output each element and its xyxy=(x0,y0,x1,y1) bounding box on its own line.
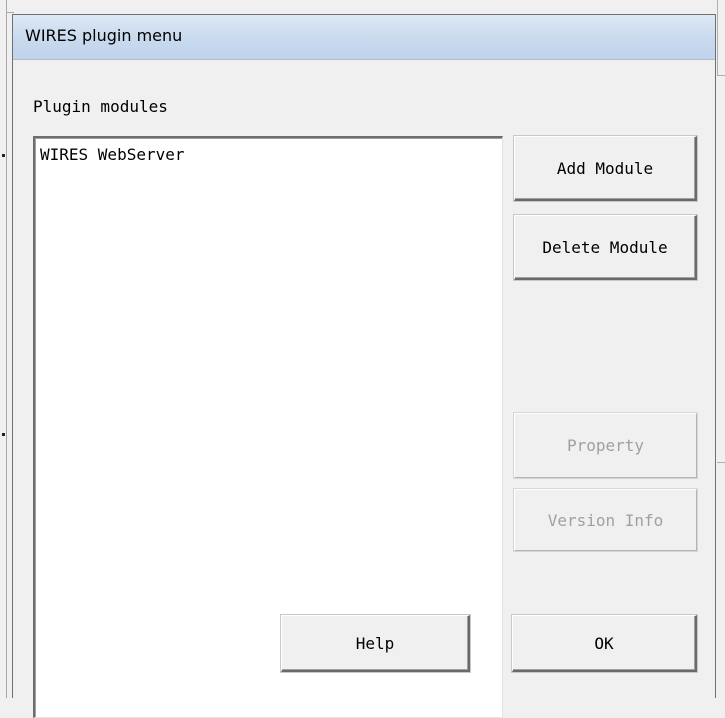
background-dot xyxy=(2,154,5,157)
plugin-modules-label: Plugin modules xyxy=(33,97,168,116)
background-line xyxy=(717,0,718,75)
background-window-edge-top xyxy=(6,12,14,13)
property-button[interactable]: Property xyxy=(514,413,697,478)
background-line xyxy=(717,75,725,76)
delete-module-button[interactable]: Delete Module xyxy=(514,215,697,280)
background-line xyxy=(717,462,725,463)
window-title: WIRES plugin menu xyxy=(25,26,183,45)
version-info-button[interactable]: Version Info xyxy=(514,489,697,551)
plugin-menu-dialog: WIRES plugin menu Plugin modules WIRES W… xyxy=(12,14,716,718)
add-module-button[interactable]: Add Module xyxy=(514,136,697,201)
list-item[interactable]: WIRES WebServer xyxy=(40,145,185,165)
help-button[interactable]: Help xyxy=(281,615,470,672)
background-dot xyxy=(2,433,5,436)
title-bar[interactable]: WIRES plugin menu xyxy=(13,15,715,60)
background-window-edge xyxy=(6,0,7,698)
ok-button[interactable]: OK xyxy=(512,615,697,672)
